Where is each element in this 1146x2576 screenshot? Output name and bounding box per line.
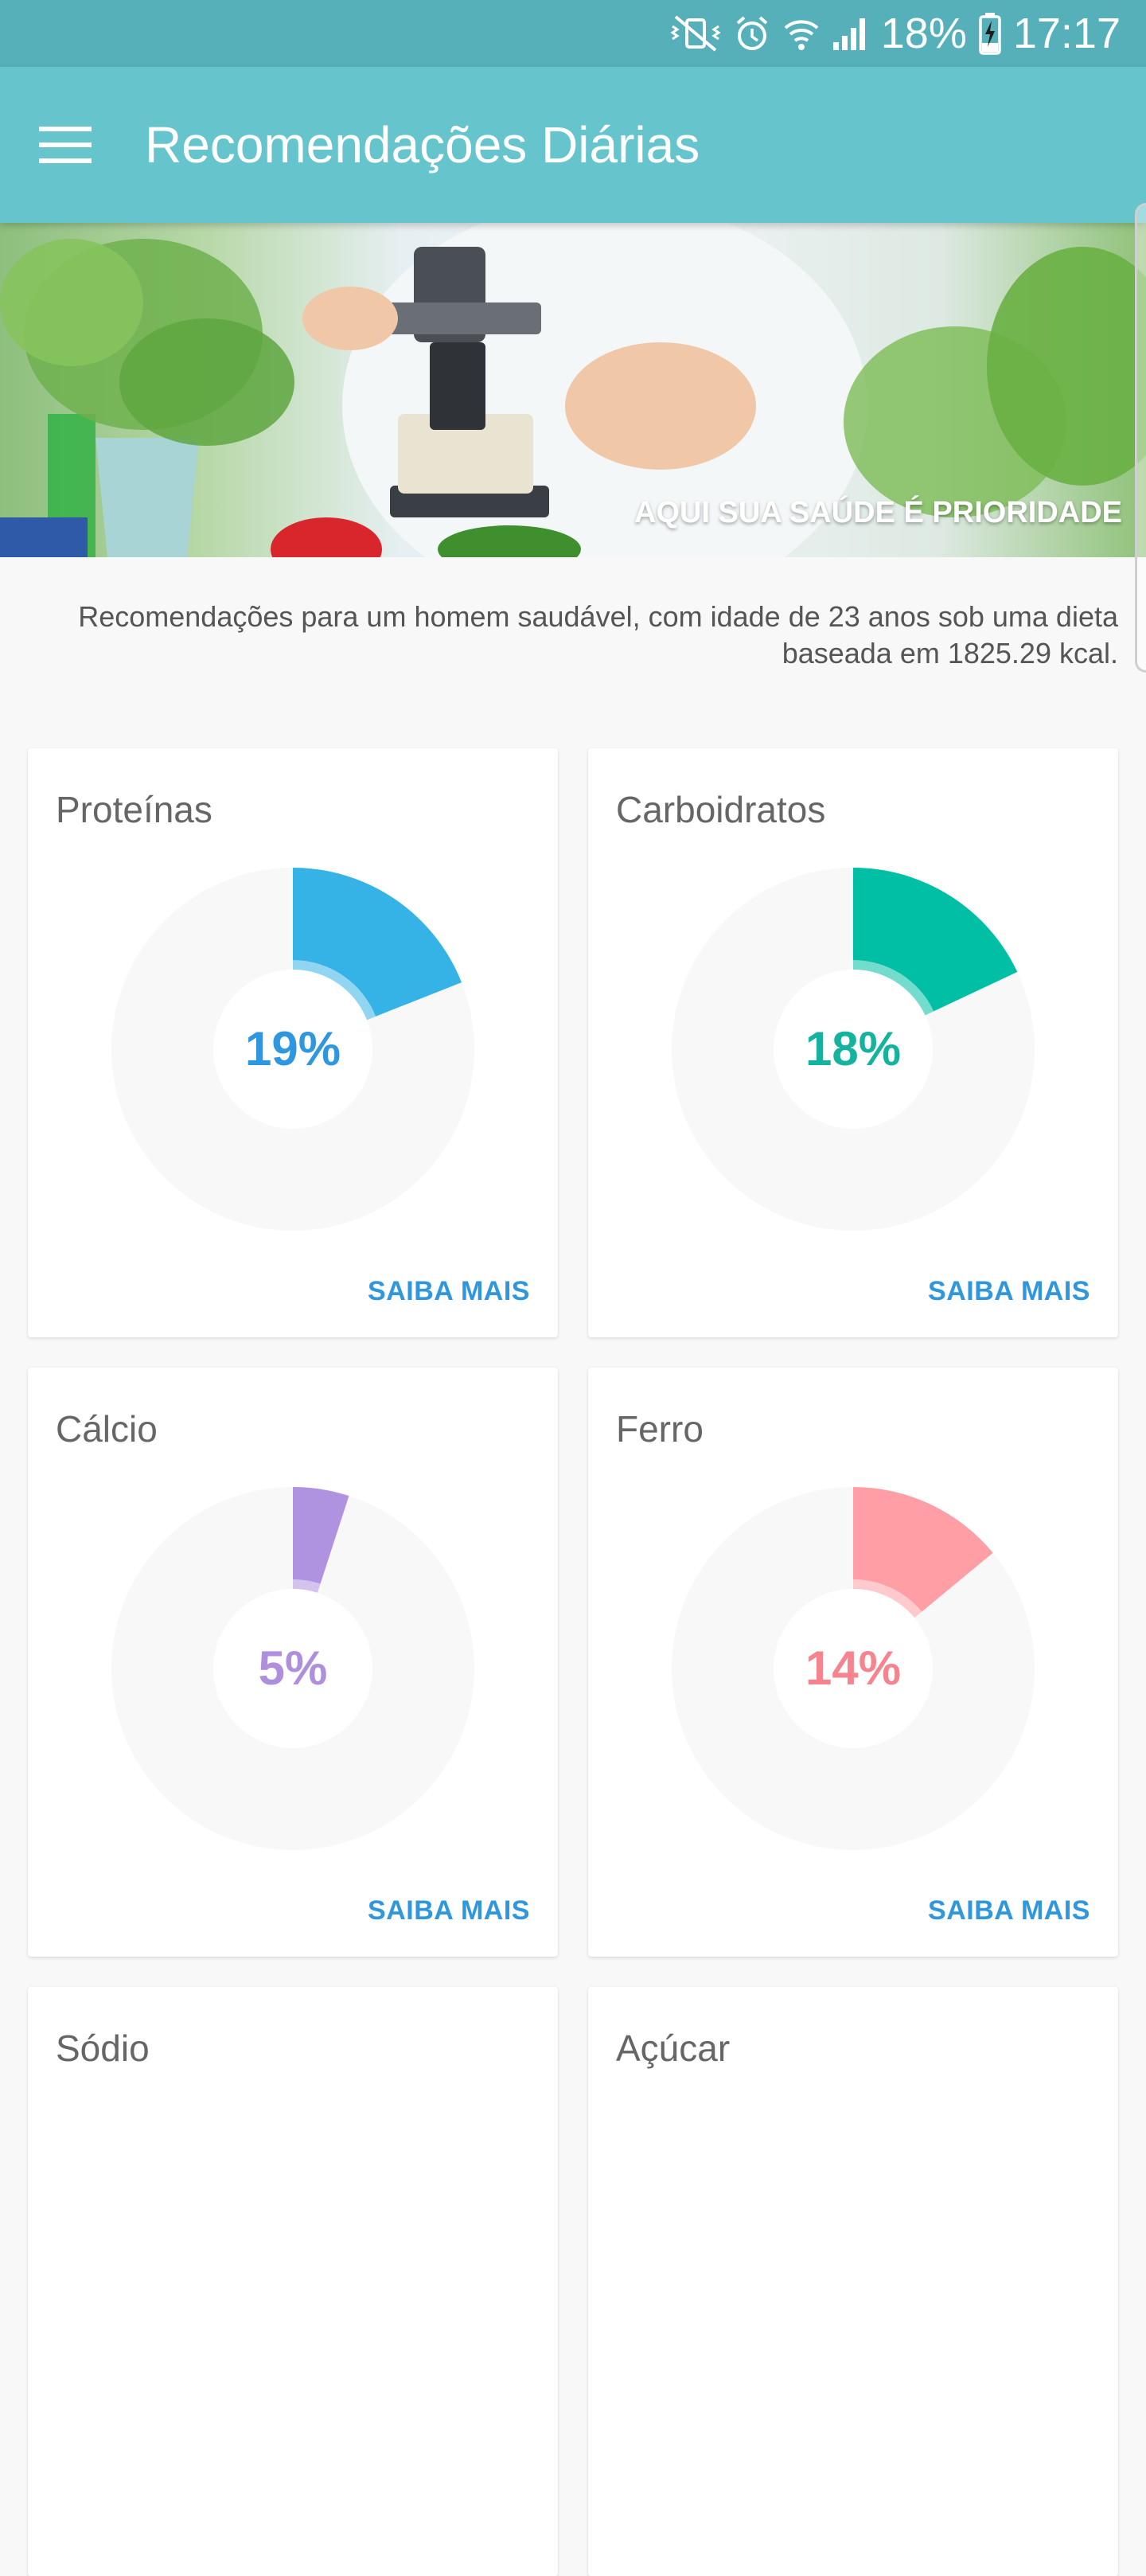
nutrient-card-acucar: Açúcar [588, 1987, 1118, 2576]
saiba-mais-link[interactable]: SAIBA MAIS [928, 1276, 1090, 1307]
donut-percent-label: 5% [259, 1641, 328, 1695]
donut-chart: 18% [672, 868, 1035, 1231]
page-title: Recomendações Diárias [145, 116, 700, 174]
card-title: Cálcio [56, 1408, 158, 1450]
saiba-mais-link[interactable]: SAIBA MAIS [928, 1895, 1090, 1926]
saiba-mais-link[interactable]: SAIBA MAIS [368, 1895, 530, 1926]
card-title: Proteínas [56, 789, 212, 830]
hero-banner: AQUI SUA SAÚDE É PRIORIDADE [0, 223, 1146, 557]
card-title: Ferro [616, 1408, 704, 1450]
battery-charging-icon [978, 0, 1002, 67]
vibrate-mute-icon [669, 0, 722, 67]
status-bar: 18% 17:17 [0, 0, 1146, 67]
hamburger-menu-icon [39, 127, 92, 163]
donut-percent-label: 14% [805, 1641, 901, 1695]
nutrient-card-calcio: Cálcio 5% SAIBA MAIS [28, 1368, 558, 1957]
hero-tagline: AQUI SUA SAÚDE É PRIORIDADE [634, 496, 1122, 529]
clock: 17:17 [1012, 10, 1121, 57]
nutrient-card-ferro: Ferro 14% SAIBA MAIS [588, 1368, 1118, 1957]
donut-percent-label: 19% [245, 1022, 341, 1075]
saiba-mais-link[interactable]: SAIBA MAIS [368, 1276, 530, 1307]
card-title: Açúcar [616, 2028, 731, 2069]
donut-percent-label: 18% [805, 1022, 901, 1075]
donut-chart: 19% [111, 868, 474, 1231]
donut-chart: 14% [672, 1487, 1035, 1850]
nutrient-card-carboidratos: Carboidratos 18% SAIBA MAIS [588, 748, 1118, 1337]
battery-percent: 18% [880, 10, 967, 57]
alarm-icon [733, 0, 771, 67]
card-title: Sódio [56, 2028, 150, 2069]
menu-button[interactable] [25, 105, 105, 185]
signal-icon [832, 0, 870, 67]
donut-chart: 5% [111, 1487, 474, 1850]
card-title: Carboidratos [616, 789, 826, 830]
app-bar: Recomendações Diárias [0, 67, 1146, 223]
nutrient-card-proteinas: Proteínas 19% SAIBA MAIS [28, 748, 558, 1337]
edge-panel-handle[interactable] [1135, 203, 1146, 673]
intro-text: Recomendações para um homem saudável, co… [78, 600, 1118, 669]
wifi-icon [782, 0, 821, 67]
nutrient-card-sodio: Sódio [28, 1987, 558, 2576]
